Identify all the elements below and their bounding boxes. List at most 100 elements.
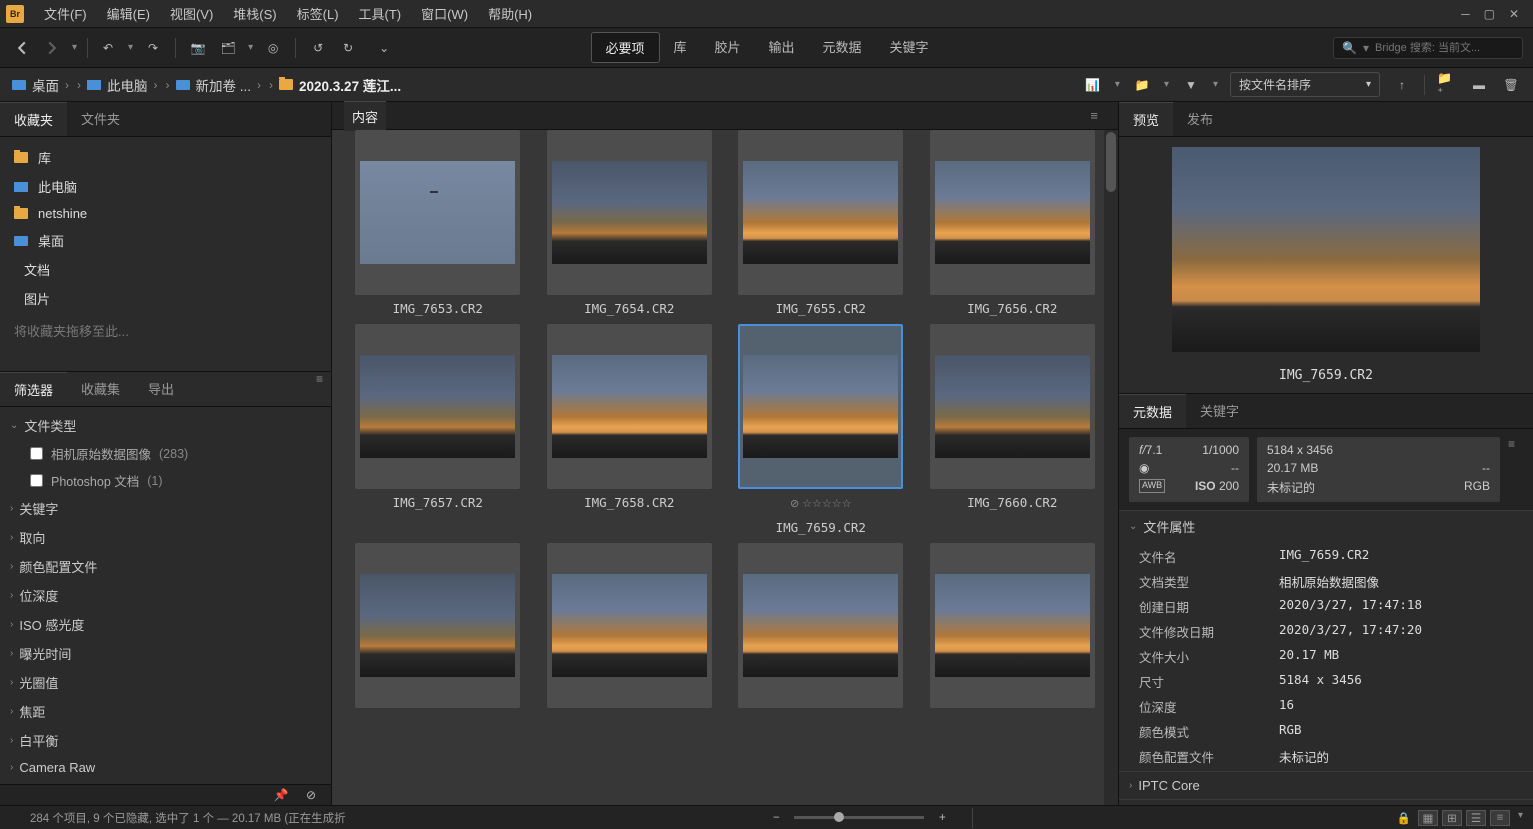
filter-section-2[interactable]: ›取向	[0, 523, 331, 552]
open-recent-button[interactable]: ▬	[1469, 75, 1489, 95]
zoom-slider[interactable]	[794, 816, 924, 819]
nav-back-button[interactable]	[12, 38, 32, 58]
breadcrumb-0[interactable]: 桌面	[12, 75, 59, 95]
search-box[interactable]: 🔍▾	[1333, 37, 1523, 59]
thumbnail-4[interactable]: IMG_7657.CR2	[346, 324, 530, 535]
breadcrumb-3[interactable]: 2020.3.27 莲江...	[279, 75, 401, 95]
filter-section-10[interactable]: ›Camera Raw	[0, 755, 331, 780]
filter-tab-2[interactable]: 导出	[134, 372, 188, 406]
thumbnail-3[interactable]: IMG_7656.CR2	[921, 130, 1105, 316]
menu-窗口(W)[interactable]: 窗口(W)	[411, 0, 478, 27]
metadata-panel-menu[interactable]: ≡	[1508, 437, 1523, 502]
zoom-in-button[interactable]: +	[932, 808, 952, 828]
filter-item-0-1[interactable]: Photoshop 文档 (1)	[0, 467, 331, 494]
workspace-tab-3[interactable]: 输出	[755, 32, 809, 63]
zoom-out-button[interactable]: −	[766, 808, 786, 828]
filter-section-1[interactable]: ›关键字	[0, 494, 331, 523]
label-filter-button[interactable]: 📁	[1132, 75, 1152, 95]
workspace-tab-0[interactable]: 必要项	[590, 32, 659, 63]
view-detail-button[interactable]: ☰	[1466, 810, 1486, 826]
trash-button[interactable]: 🗑	[1501, 75, 1521, 95]
thumbnail-0[interactable]: IMG_7653.CR2	[346, 130, 530, 316]
reveal-parent-button[interactable]: ↶	[98, 38, 118, 58]
preview-tab-0[interactable]: 预览	[1119, 102, 1173, 136]
meta-section-IPTC Core[interactable]: ›IPTC Core	[1119, 772, 1533, 799]
filter-tab-1[interactable]: 收藏集	[67, 372, 134, 406]
rating-filter-button[interactable]: 📊	[1083, 75, 1103, 95]
view-list-button[interactable]: ≡	[1490, 810, 1510, 826]
favorite-0[interactable]: 库	[0, 143, 331, 172]
menu-堆栈(S)[interactable]: 堆栈(S)	[223, 0, 286, 27]
workspace-tab-2[interactable]: 胶片	[700, 32, 754, 63]
content-tab[interactable]: 内容	[344, 101, 386, 131]
close-button[interactable]: ✕	[1509, 7, 1519, 21]
workspace-tab-4[interactable]: 元数据	[809, 32, 876, 63]
favorite-3[interactable]: 桌面	[0, 226, 331, 255]
thumbnail-5[interactable]: IMG_7658.CR2	[538, 324, 722, 535]
rating-bar[interactable]: ⊘ ☆☆☆☆☆	[790, 493, 852, 514]
workspace-tab-1[interactable]: 库	[659, 32, 700, 63]
sort-asc-button[interactable]: ↑	[1392, 75, 1412, 95]
breadcrumb-1[interactable]: 此电脑	[87, 75, 148, 95]
sort-filter-button[interactable]: ▼	[1181, 75, 1201, 95]
filter-section-5[interactable]: ›ISO 感光度	[0, 610, 331, 639]
sort-dropdown[interactable]: 按文件名排序▾	[1230, 72, 1380, 97]
open-camera-raw-button[interactable]: ◎	[263, 38, 283, 58]
meta-section-IPTC 扩展[interactable]: ›IPTC 扩展	[1119, 800, 1533, 805]
preview-image[interactable]	[1172, 147, 1480, 352]
metadata-tab-0[interactable]: 元数据	[1119, 394, 1186, 428]
maximize-button[interactable]: ▢	[1484, 7, 1495, 21]
favorite-4[interactable]: 文档	[0, 255, 331, 284]
workspace-more-button[interactable]: ⌄	[374, 38, 394, 58]
view-thumb-button[interactable]: ⊞	[1442, 810, 1462, 826]
nav-dropdown[interactable]: ▾	[72, 42, 77, 53]
filter-section-6[interactable]: ›曝光时间	[0, 639, 331, 668]
thumbnail-grid-area[interactable]: IMG_7653.CR2IMG_7654.CR2IMG_7655.CR2IMG_…	[332, 130, 1118, 805]
content-scrollbar[interactable]	[1104, 130, 1118, 805]
menu-视图(V)[interactable]: 视图(V)	[160, 0, 223, 27]
minimize-button[interactable]: ─	[1461, 7, 1470, 21]
left-tab-1[interactable]: 文件夹	[67, 102, 134, 136]
filter-section-3[interactable]: ›颜色配置文件	[0, 552, 331, 581]
thumbnail-1[interactable]: IMG_7654.CR2	[538, 130, 722, 316]
menu-标签(L)[interactable]: 标签(L)	[287, 0, 349, 27]
thumbnail-2[interactable]: IMG_7655.CR2	[729, 130, 913, 316]
rotate-ccw-button[interactable]: ↺	[308, 38, 328, 58]
pin-icon[interactable]: 📌	[271, 785, 291, 805]
filter-section-4[interactable]: ›位深度	[0, 581, 331, 610]
menu-文件(F)[interactable]: 文件(F)	[34, 0, 97, 27]
filter-item-0-0[interactable]: 相机原始数据图像 (283)	[0, 440, 331, 467]
file-properties-toggle[interactable]: ⌄文件属性	[1119, 511, 1533, 542]
thumbnail-8[interactable]	[346, 543, 530, 708]
favorite-1[interactable]: 此电脑	[0, 172, 331, 201]
boomerang-button[interactable]: ↷	[143, 38, 163, 58]
cancel-icon[interactable]: ⊘	[301, 785, 321, 805]
favorite-2[interactable]: netshine	[0, 201, 331, 226]
view-grid-button[interactable]: ▦	[1418, 810, 1438, 826]
new-folder-button[interactable]: 📁⁺	[1437, 75, 1457, 95]
breadcrumb-2[interactable]: 新加卷 ...	[176, 75, 252, 95]
filter-section-7[interactable]: ›光圈值	[0, 668, 331, 697]
thumbnail-10[interactable]	[729, 543, 913, 708]
thumbnail-6[interactable]: ⊘ ☆☆☆☆☆IMG_7659.CR2	[729, 324, 913, 535]
view-lock-button[interactable]: 🔒	[1394, 810, 1414, 826]
metadata-tab-1[interactable]: 关键字	[1186, 394, 1253, 428]
rotate-cw-button[interactable]: ↻	[338, 38, 358, 58]
menu-工具(T)[interactable]: 工具(T)	[349, 0, 412, 27]
filter-tab-0[interactable]: 筛选器	[0, 372, 67, 406]
search-input[interactable]	[1375, 42, 1517, 54]
nav-forward-button[interactable]	[42, 38, 62, 58]
batch-icon[interactable]: 🗂	[218, 38, 238, 58]
menu-编辑(E)[interactable]: 编辑(E)	[97, 0, 160, 27]
filter-panel-menu[interactable]: ≡	[316, 372, 331, 406]
workspace-tab-5[interactable]: 关键字	[876, 32, 943, 63]
menu-帮助(H)[interactable]: 帮助(H)	[478, 0, 542, 27]
thumbnail-9[interactable]	[538, 543, 722, 708]
filter-section-8[interactable]: ›焦距	[0, 697, 331, 726]
camera-icon[interactable]: 📷	[188, 38, 208, 58]
filter-section-9[interactable]: ›白平衡	[0, 726, 331, 755]
filter-section-0[interactable]: ⌄文件类型	[0, 411, 331, 440]
thumbnail-7[interactable]: IMG_7660.CR2	[921, 324, 1105, 535]
content-panel-menu[interactable]: ≡	[1090, 108, 1106, 123]
favorite-5[interactable]: 图片	[0, 284, 331, 313]
